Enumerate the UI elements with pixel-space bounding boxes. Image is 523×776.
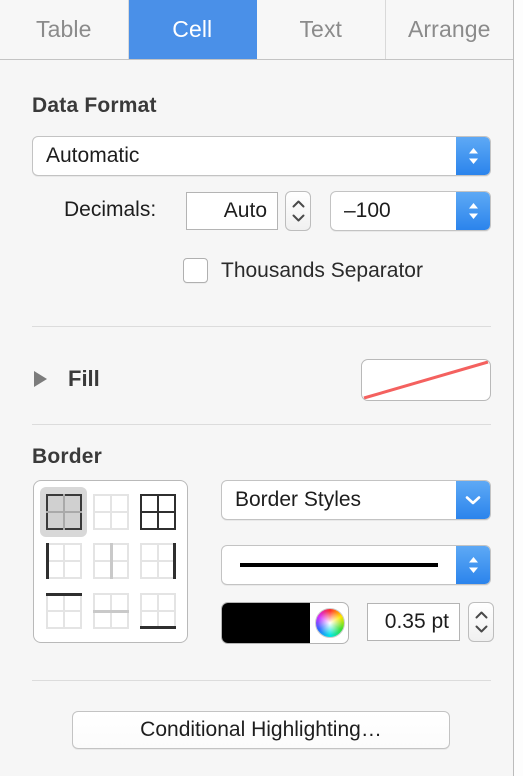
border-option-right-edge[interactable] xyxy=(134,537,181,587)
thousands-separator-label: Thousands Separator xyxy=(221,258,423,282)
tab-text-label: Text xyxy=(299,16,343,42)
border-option-inner-horizontal[interactable] xyxy=(87,586,134,636)
border-width-stepper[interactable] xyxy=(468,602,494,642)
negative-number-style-popup[interactable]: –100 xyxy=(330,191,491,231)
tab-cell-label: Cell xyxy=(172,16,213,42)
tab-table-label: Table xyxy=(36,16,92,42)
conditional-highlighting-label: Conditional Highlighting… xyxy=(140,718,382,741)
tab-table[interactable]: Table xyxy=(0,0,129,59)
updown-chevron-icon xyxy=(456,192,490,230)
fill-section-label: Fill xyxy=(68,366,100,391)
border-option-left-edge[interactable] xyxy=(40,537,87,587)
border-option-bottom-edge[interactable] xyxy=(134,586,181,636)
border-option-inner-vertical[interactable] xyxy=(87,537,134,587)
border-width-value: 0.35 pt xyxy=(384,610,449,633)
decimals-value: Auto xyxy=(223,199,267,222)
border-option-all-borders[interactable] xyxy=(40,487,87,537)
section-divider xyxy=(32,424,491,425)
thousands-separator-row[interactable]: Thousands Separator xyxy=(183,258,423,283)
data-format-section-title: Data Format xyxy=(32,94,157,117)
data-format-popup-button[interactable]: Automatic xyxy=(32,136,491,176)
border-option-outline-and-inner[interactable] xyxy=(134,487,181,537)
document-edge-bleed xyxy=(513,0,523,776)
border-option-top-edge[interactable] xyxy=(40,586,87,636)
decimals-input[interactable]: Auto xyxy=(186,192,278,230)
fill-color-swatch[interactable] xyxy=(361,359,491,401)
chevron-up-icon xyxy=(292,200,304,208)
thousands-separator-checkbox[interactable] xyxy=(183,258,208,283)
no-fill-slash-icon xyxy=(363,360,489,400)
border-color-swatch[interactable] xyxy=(222,603,310,643)
cell-inspector-panel: Table Cell Text Arrange Data Format Auto… xyxy=(0,0,523,776)
line-style-preview xyxy=(222,546,456,584)
chevron-down-icon xyxy=(456,481,490,519)
decimals-stepper[interactable] xyxy=(285,191,311,231)
chevron-down-icon xyxy=(475,625,487,633)
section-divider xyxy=(32,326,491,327)
decimals-label: Decimals: xyxy=(64,198,157,221)
tab-cell[interactable]: Cell xyxy=(128,0,257,59)
border-line-style-popup[interactable] xyxy=(221,545,491,585)
updown-chevron-icon xyxy=(456,546,490,584)
color-wheel-icon[interactable] xyxy=(315,608,345,638)
data-format-value: Automatic xyxy=(46,144,140,167)
chevron-up-icon xyxy=(475,611,487,619)
border-section-title: Border xyxy=(32,445,103,468)
chevron-down-icon xyxy=(292,214,304,222)
border-option-no-borders[interactable] xyxy=(87,487,134,537)
border-placement-matrix[interactable] xyxy=(33,480,188,643)
disclosure-triangle-icon[interactable] xyxy=(34,371,47,387)
tab-arrange[interactable]: Arrange xyxy=(385,0,513,59)
conditional-highlighting-button[interactable]: Conditional Highlighting… xyxy=(72,711,450,749)
border-styles-popup-button[interactable]: Border Styles xyxy=(221,480,491,520)
fill-section-row: Fill xyxy=(32,358,491,401)
updown-chevron-icon xyxy=(456,137,490,175)
border-color-well[interactable] xyxy=(221,602,349,644)
border-width-input[interactable]: 0.35 pt xyxy=(367,603,460,641)
tab-text[interactable]: Text xyxy=(257,0,386,59)
tab-arrange-label: Arrange xyxy=(407,16,491,42)
section-divider xyxy=(32,680,491,681)
inspector-tab-bar: Table Cell Text Arrange xyxy=(0,0,513,60)
negative-number-style-value: –100 xyxy=(344,199,391,222)
border-styles-value: Border Styles xyxy=(235,488,362,511)
